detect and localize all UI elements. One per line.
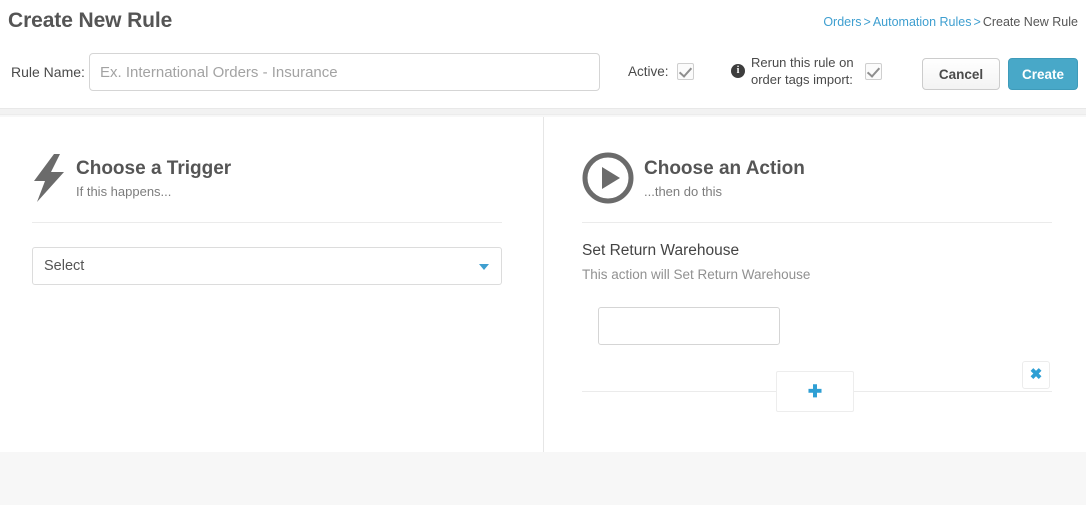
action-title-heading: Choose an Action [644, 158, 805, 179]
create-button[interactable]: Create [1008, 58, 1078, 90]
chevron-down-icon [479, 264, 489, 270]
breadcrumb-current: Create New Rule [982, 15, 1078, 29]
trigger-select[interactable]: Select [32, 247, 502, 285]
action-panel-header: Choose an Action ...then do this [582, 152, 805, 204]
rule-name-input[interactable] [89, 53, 600, 91]
info-icon[interactable]: i [731, 64, 745, 78]
remove-action-button[interactable]: ✖ [1022, 361, 1050, 389]
return-warehouse-input[interactable] [598, 307, 780, 345]
rule-name-label: Rule Name: [11, 64, 85, 80]
active-label: Active: [628, 64, 669, 79]
trigger-divider [32, 222, 502, 223]
rule-editor-card: Choose a Trigger If this happens... Sele… [0, 117, 1086, 452]
page-title: Create New Rule [8, 9, 173, 32]
active-checkbox-group: Active: [628, 63, 694, 80]
trigger-title: Choose a Trigger [76, 158, 232, 179]
breadcrumb: Orders > Automation Rules > Create New Rule [823, 15, 1078, 29]
page-header: Create New Rule Orders > Automation Rules >… [0, 0, 1086, 108]
trigger-subtitle: If this happens... [76, 184, 172, 199]
header-separator [0, 108, 1086, 115]
breadcrumb-link-automation-rules[interactable]: Automation Rules [873, 15, 972, 29]
cancel-button[interactable]: Cancel [922, 58, 1000, 90]
panel-divider [543, 117, 544, 452]
lightning-bolt-icon [34, 154, 64, 202]
rerun-label: Rerun this rule on order tags import: [751, 55, 854, 87]
trigger-panel-header: Choose a Trigger If this happens... [32, 152, 231, 202]
breadcrumb-separator-2: > [973, 15, 981, 29]
trigger-select-value: Select [44, 258, 85, 274]
action-divider [582, 222, 1052, 223]
add-action-button[interactable]: ✚ [776, 371, 854, 412]
breadcrumb-separator: > [863, 15, 871, 29]
action-name: Set Return Warehouse [582, 242, 740, 259]
breadcrumb-link-orders[interactable]: Orders [823, 15, 861, 29]
active-checkbox[interactable] [676, 63, 694, 80]
rerun-checkbox-group: i Rerun this rule on order tags import: [731, 54, 882, 88]
page-root: Create New Rule Orders > Automation Rules >… [0, 0, 1086, 505]
play-circle-icon [582, 152, 634, 204]
action-subtitle: ...then do this [644, 184, 723, 199]
rerun-checkbox[interactable] [865, 62, 882, 80]
action-description: This action will Set Return Warehouse [582, 267, 811, 282]
